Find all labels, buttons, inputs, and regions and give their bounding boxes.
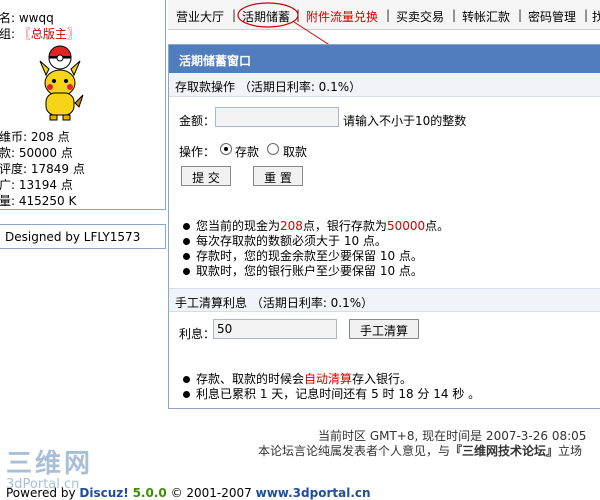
bullet-icon (183, 238, 190, 245)
tip-auto-settle: 存款、取款的时候会自动清算存入银行。 (183, 372, 480, 387)
discuz-link[interactable]: Discuz! (79, 486, 128, 500)
tip-minimum: 每次存取款的数额必须大于 10 点。 (183, 234, 449, 249)
deposit-section-title: 存取款操作 （活期日利率: 0.1%） (169, 73, 600, 97)
interest-input[interactable] (213, 319, 337, 339)
amount-hint: 请输入不小于10的整数 (343, 114, 467, 128)
bullet-icon (183, 223, 190, 230)
settle-tips: 存款、取款的时候会自动清算存入银行。 利息已累积 1 天，记息时间还有 5 时 … (183, 372, 480, 402)
site-link[interactable]: www.3dportal.cn (256, 486, 371, 500)
deposit-tips: 您当前的现金为208点，银行存款为50000点。 每次存取款的数额必须大于 10… (183, 219, 449, 279)
deposit-radio-label[interactable]: 存款 (235, 143, 259, 160)
tip-deposit-reserve: 存款时，您的现金余款至少要保留 10 点。 (183, 249, 449, 264)
footer-powered: Powered by Discuz! 5.0.0 © 2001-2007 www… (6, 486, 371, 500)
reset-button[interactable]: 重 置 (253, 166, 303, 186)
bullet-icon (183, 268, 190, 275)
amount-label: 金额： (179, 114, 216, 128)
savings-panel: 活期储蓄窗口 存取款操作 （活期日利率: 0.1%） 金额： 请输入不小于10的… (168, 44, 600, 409)
panel-title: 活期储蓄窗口 (169, 45, 600, 73)
bullet-icon (183, 376, 190, 383)
operation-label: 操作： (179, 145, 216, 159)
bullet-icon (183, 391, 190, 398)
settle-section-title: 手工清算利息 （活期日利率: 0.1%） (169, 288, 600, 312)
tip-accrued: 利息已累积 1 天，记息时间还有 5 时 18 分 14 秒 。 (183, 387, 480, 402)
footer-disclaimer: 本论坛言论纯属发表者个人意见，与『三维网技术论坛』立场 (258, 444, 583, 458)
tip-withdraw-reserve: 取款时，您的银行账户至少要保留 10 点。 (183, 264, 449, 279)
discuz-version: 5.0.0 (132, 486, 167, 500)
bullet-icon (183, 253, 190, 260)
amount-input[interactable] (215, 107, 339, 127)
withdraw-radio[interactable] (267, 143, 279, 155)
interest-label: 利息： (179, 327, 216, 341)
settle-button[interactable]: 手工清算 (349, 319, 419, 339)
footer-forum-name[interactable]: 『三维网技术论坛』 (450, 444, 558, 458)
deposit-radio[interactable] (220, 143, 232, 155)
tip-balance: 您当前的现金为208点，银行存款为50000点。 (183, 219, 449, 234)
withdraw-radio-label[interactable]: 取款 (283, 143, 307, 160)
submit-button[interactable]: 提 交 (181, 166, 231, 186)
